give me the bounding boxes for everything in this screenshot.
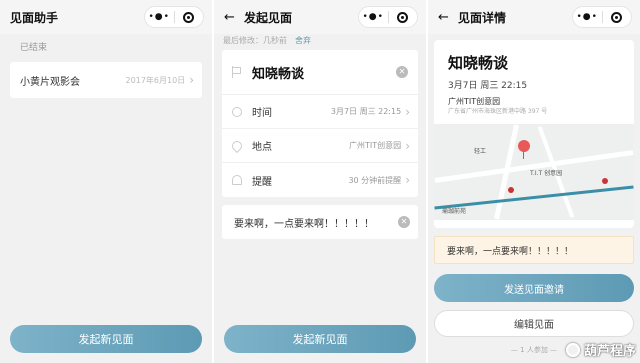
meeting-form: 知晓畅谈 ✕ 时间 3月7日 周三 22:15 › 地点 广州TIT创意园 › …	[222, 50, 418, 197]
nav-bar: ← 见面详情 •●•	[428, 0, 640, 34]
send-invite-button[interactable]: 发送见面邀请	[434, 274, 634, 302]
event-address: 广东省广州市海珠区新港中路 397 号	[448, 108, 548, 115]
nav-bar: 见面助手 •●•	[0, 0, 212, 34]
map-label: 瑜珈前苑	[442, 208, 467, 215]
event-title-input[interactable]: 知晓畅谈	[252, 63, 396, 82]
panel-meeting-detail: ← 见面详情 •●• 知晓畅谈 3月7日 周三 22:15 广州TIT创意园 广…	[428, 0, 640, 363]
event-place: 广州TIT创意园	[448, 97, 501, 106]
close-miniapp-icon[interactable]	[389, 11, 418, 23]
bell-icon	[232, 175, 242, 185]
chevron-right-icon: ›	[405, 104, 410, 119]
chevron-right-icon: ›	[405, 173, 410, 187]
watermark-logo-icon	[565, 342, 580, 357]
close-miniapp-icon[interactable]	[175, 11, 204, 23]
back-arrow-icon[interactable]: ←	[224, 10, 236, 25]
note-text[interactable]: 要来啊，一点要来啊！！！！！	[234, 215, 398, 230]
field-time[interactable]: 时间 3月7日 周三 22:15 ›	[222, 95, 418, 129]
location-map[interactable]: T.I.T 创意园 轻工 瑜珈前苑	[434, 124, 634, 220]
section-label-ended: 已结束	[20, 43, 48, 53]
nav-bar: ← 发起见面 •●•	[214, 0, 426, 34]
station-dot	[508, 187, 514, 193]
more-dots-icon[interactable]: •●•	[145, 12, 174, 22]
field-value: 广州TIT创意园	[349, 141, 402, 150]
meeting-list-item[interactable]: 小黄片观影会 2017年6月10日 ›	[10, 62, 202, 98]
miniapp-capsule: •●•	[144, 6, 204, 28]
nav-title: 见面助手	[10, 10, 59, 25]
meeting-note: 要来啊，一点要来啊！！！！！	[434, 236, 634, 264]
clock-icon	[232, 106, 242, 117]
meeting-item-date: 2017年6月10日	[125, 75, 186, 85]
location-marker-icon	[518, 140, 530, 159]
watermark: 葫芦程序	[565, 340, 636, 359]
miniapp-capsule: •●•	[358, 6, 418, 28]
more-dots-icon[interactable]: •●•	[359, 12, 388, 22]
field-label: 提醒	[252, 176, 272, 188]
field-value: 30 分钟前提醒	[348, 175, 402, 185]
new-meeting-button[interactable]: 发起新见面	[10, 325, 202, 353]
watermark-text: 葫芦程序	[583, 344, 636, 359]
chevron-right-icon: ›	[189, 73, 194, 87]
panel-create-meeting: ← 发起见面 •●• 最后修改：几秒前 舍弃 知晓畅谈 ✕ 时间 3月7日 周三 …	[214, 0, 426, 363]
map-poi-label: T.I.T 创意园	[530, 170, 563, 177]
location-pin-icon	[229, 138, 245, 153]
field-value: 3月7日 周三 22:15	[330, 107, 402, 116]
event-title: 知晓畅谈	[448, 54, 509, 72]
nav-title: 见面详情	[458, 10, 507, 25]
note-input[interactable]: 要来啊，一点要来啊！！！！！ ✕	[222, 205, 418, 239]
field-label: 时间	[252, 108, 272, 119]
back-arrow-icon[interactable]: ←	[438, 10, 450, 25]
last-modified-row: 最后修改：几秒前 舍弃	[214, 34, 426, 48]
title-input-row[interactable]: 知晓畅谈 ✕	[222, 50, 418, 95]
meeting-detail-card: 知晓畅谈 3月7日 周三 22:15 广州TIT创意园 广东省广州市海珠区新港中…	[434, 40, 634, 228]
field-location[interactable]: 地点 广州TIT创意园 ›	[222, 129, 418, 163]
last-modified-text: 最后修改：几秒前	[223, 36, 287, 45]
panel-meeting-assistant: 见面助手 •●• 已结束 小黄片观影会 2017年6月10日 › 发起新见面	[0, 0, 212, 363]
new-meeting-button[interactable]: 发起新见面	[224, 325, 416, 353]
miniapp-capsule: •●•	[572, 6, 632, 28]
nav-title: 发起见面	[244, 10, 293, 25]
chevron-right-icon: ›	[405, 138, 410, 153]
field-label: 地点	[252, 142, 272, 153]
event-time: 3月7日 周三 22:15	[448, 81, 528, 91]
station-dot	[602, 178, 608, 184]
clear-icon[interactable]: ✕	[396, 66, 408, 78]
edit-meeting-button[interactable]: 编辑见面	[434, 310, 634, 337]
meeting-item-title: 小黄片观影会	[20, 76, 80, 88]
map-label: 轻工	[474, 148, 487, 155]
more-dots-icon[interactable]: •●•	[573, 12, 602, 22]
close-miniapp-icon[interactable]	[603, 11, 632, 23]
field-reminder[interactable]: 提醒 30 分钟前提醒 ›	[222, 163, 418, 197]
discard-link[interactable]: 舍弃	[295, 36, 311, 45]
clear-icon[interactable]: ✕	[398, 216, 410, 228]
flag-icon	[232, 66, 242, 78]
